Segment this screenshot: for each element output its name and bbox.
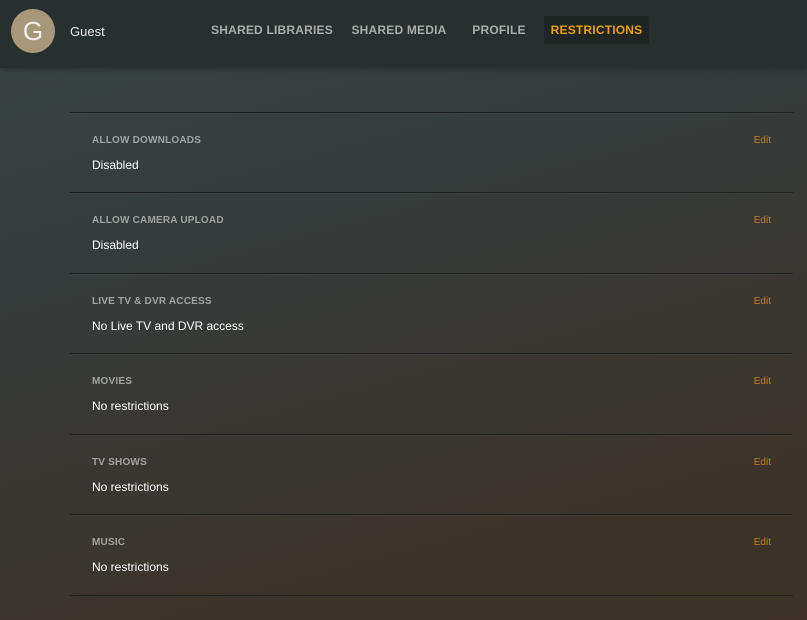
username: Guest	[70, 24, 105, 39]
row-value: Disabled	[92, 238, 139, 252]
divider	[70, 595, 793, 596]
tab-shared-libraries[interactable]: SHARED LIBRARIES	[208, 16, 336, 44]
edit-link[interactable]: Edit	[754, 376, 771, 387]
edit-link[interactable]: Edit	[754, 537, 771, 548]
row-label: MOVIES	[92, 376, 133, 387]
restriction-row-music: MUSIC No restrictions Edit	[70, 514, 793, 595]
tab-shared-media[interactable]: SHARED MEDIA	[346, 16, 452, 44]
edit-link[interactable]: Edit	[754, 135, 771, 146]
edit-link[interactable]: Edit	[754, 457, 771, 468]
edit-link[interactable]: Edit	[754, 296, 771, 307]
row-value: Disabled	[92, 158, 139, 172]
row-label: ALLOW CAMERA UPLOAD	[92, 215, 224, 226]
top-header: G Guest SHARED LIBRARIES SHARED MEDIA PR…	[0, 0, 807, 68]
row-label: ALLOW DOWNLOADS	[92, 135, 202, 146]
tab-restrictions[interactable]: RESTRICTIONS	[544, 16, 649, 44]
edit-link[interactable]: Edit	[754, 215, 771, 226]
row-value: No restrictions	[92, 480, 169, 494]
restriction-row-movies: MOVIES No restrictions Edit	[70, 353, 793, 434]
avatar-letter: G	[22, 15, 44, 46]
row-value: No restrictions	[92, 560, 169, 574]
avatar[interactable]: G	[11, 9, 55, 53]
row-label: LIVE TV & DVR ACCESS	[92, 296, 212, 307]
row-label: MUSIC	[92, 537, 126, 548]
restriction-row-allow-downloads: ALLOW DOWNLOADS Disabled Edit	[70, 112, 793, 193]
restriction-row-live-tv: LIVE TV & DVR ACCESS No Live TV and DVR …	[70, 273, 793, 354]
row-label: TV SHOWS	[92, 457, 147, 468]
restriction-row-tv-shows: TV SHOWS No restrictions Edit	[70, 434, 793, 515]
row-value: No Live TV and DVR access	[92, 319, 244, 333]
row-value: No restrictions	[92, 399, 169, 413]
restriction-row-camera-upload: ALLOW CAMERA UPLOAD Disabled Edit	[70, 192, 793, 273]
tab-profile[interactable]: PROFILE	[464, 16, 534, 44]
